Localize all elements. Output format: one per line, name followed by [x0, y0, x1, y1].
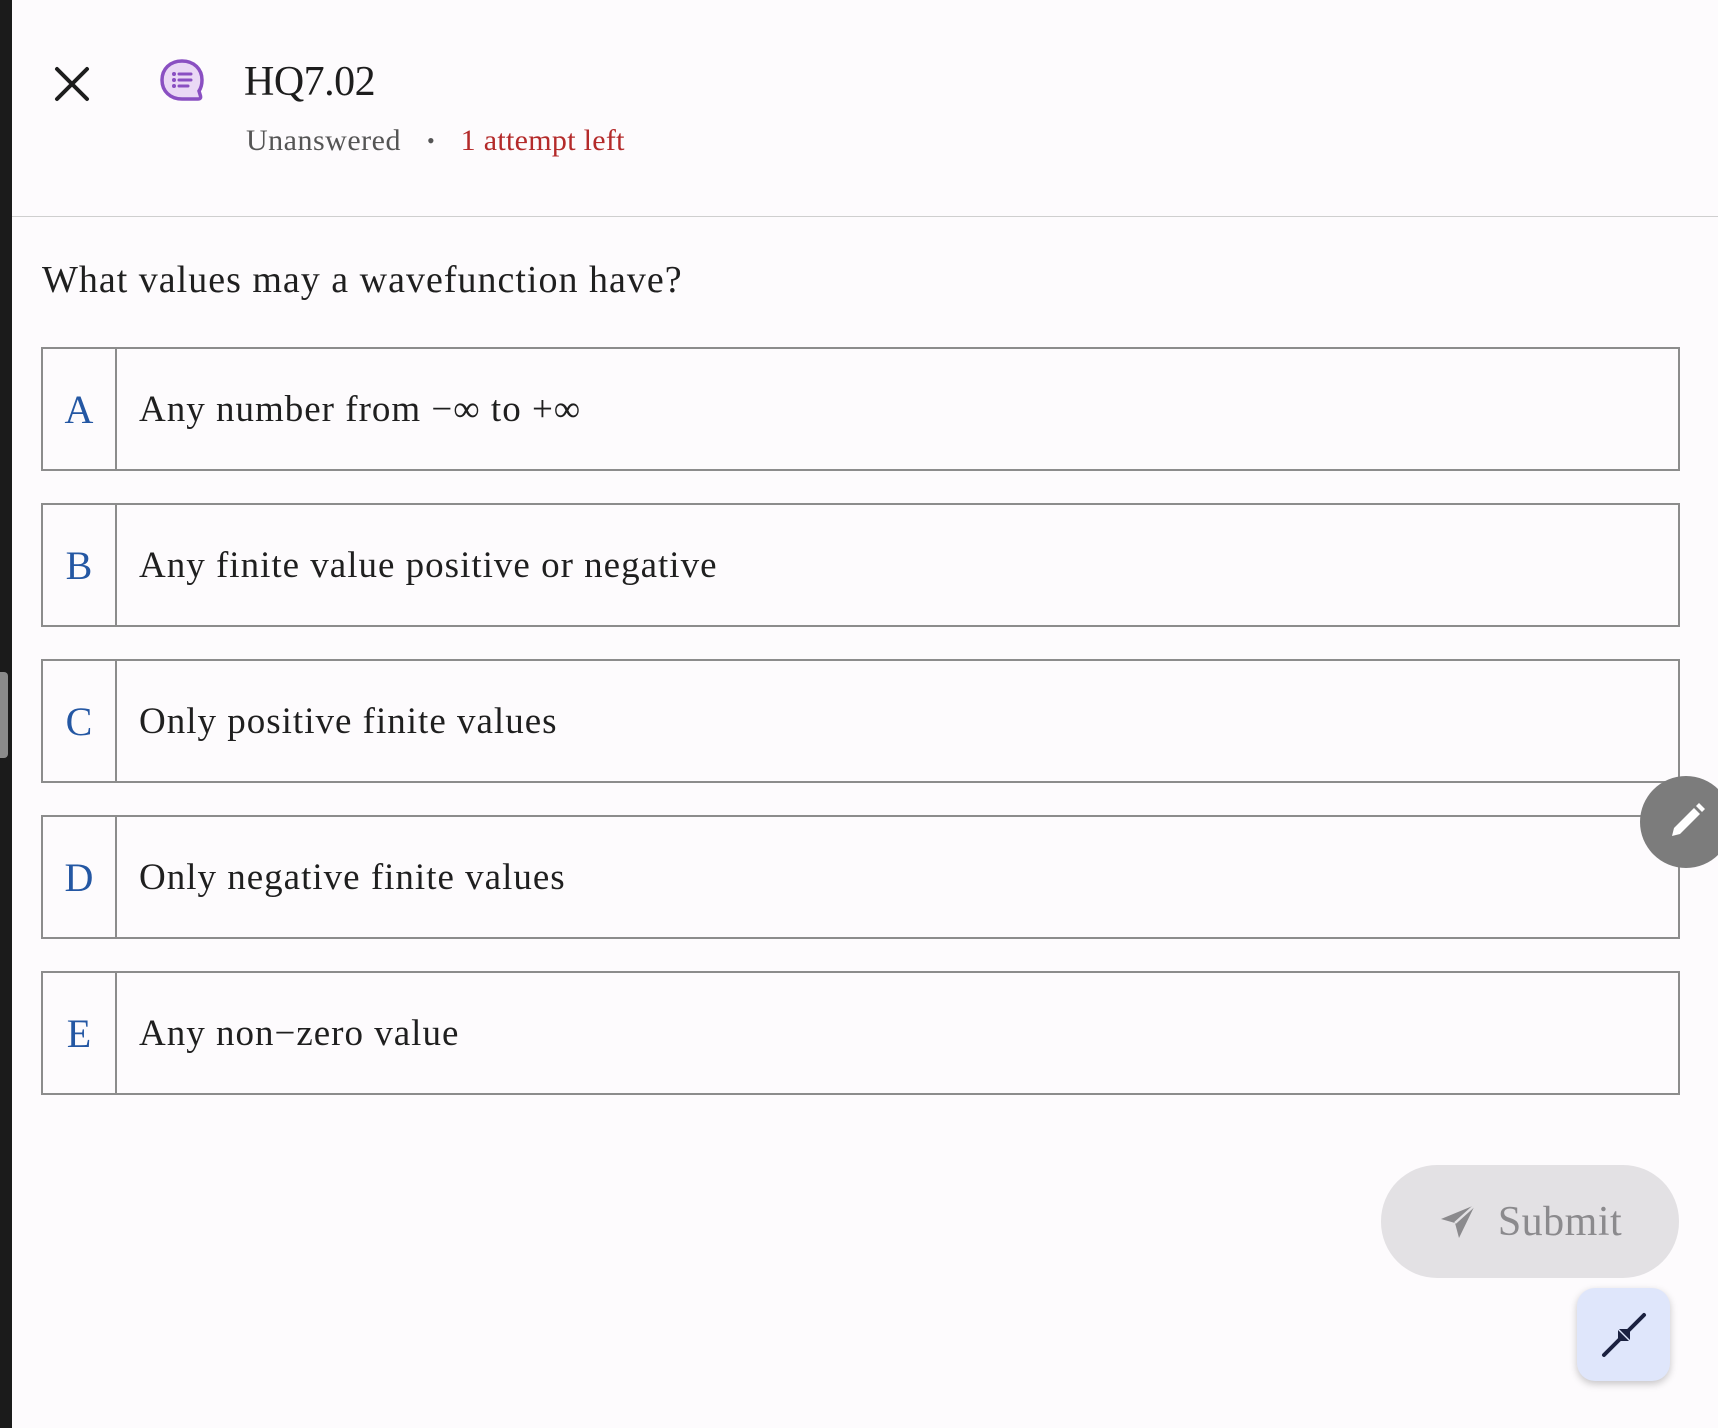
submit-label: Submit: [1497, 1198, 1623, 1245]
option-text: Any number from −∞ to +∞: [139, 388, 582, 430]
option-e[interactable]: E Any non−zero value: [41, 971, 1680, 1095]
option-letter: A: [43, 349, 117, 469]
option-a[interactable]: A Any number from −∞ to +∞: [41, 347, 1680, 471]
option-letter: B: [43, 505, 117, 625]
question-chat-icon: [160, 59, 204, 101]
pencil-icon: [1672, 803, 1705, 836]
option-letter: C: [43, 661, 117, 781]
question-title: HQ7.02: [244, 59, 376, 105]
answer-options: A Any number from −∞ to +∞ B Any finite …: [41, 347, 1680, 1127]
meta-separator: •: [426, 128, 435, 153]
question-header: HQ7.02 Unanswered • 1 attempt left: [12, 0, 1718, 217]
close-icon: [55, 67, 89, 101]
attempts-left: 1 attempt left: [460, 124, 625, 157]
option-text: Only negative finite values: [139, 856, 566, 898]
option-text: Any non−zero value: [139, 1012, 460, 1054]
submit-button[interactable]: Submit: [1381, 1165, 1679, 1278]
collapse-icon: [1601, 1312, 1646, 1357]
send-icon: [1440, 1203, 1476, 1238]
collapse-button[interactable]: [1577, 1288, 1670, 1381]
option-b[interactable]: B Any finite value positive or negative: [41, 503, 1680, 627]
status-text: Unanswered: [246, 124, 401, 157]
option-d[interactable]: D Only negative finite values: [41, 815, 1680, 939]
question-text: What values may a wavefunction have?: [42, 259, 683, 301]
option-text: Only positive finite values: [139, 700, 558, 742]
option-letter: E: [43, 973, 117, 1093]
close-button[interactable]: [40, 58, 104, 110]
drag-handle[interactable]: [0, 672, 8, 758]
option-c[interactable]: C Only positive finite values: [41, 659, 1680, 783]
option-letter: D: [43, 817, 117, 937]
question-meta: Unanswered • 1 attempt left: [246, 124, 625, 158]
option-text: Any finite value positive or negative: [139, 544, 718, 586]
